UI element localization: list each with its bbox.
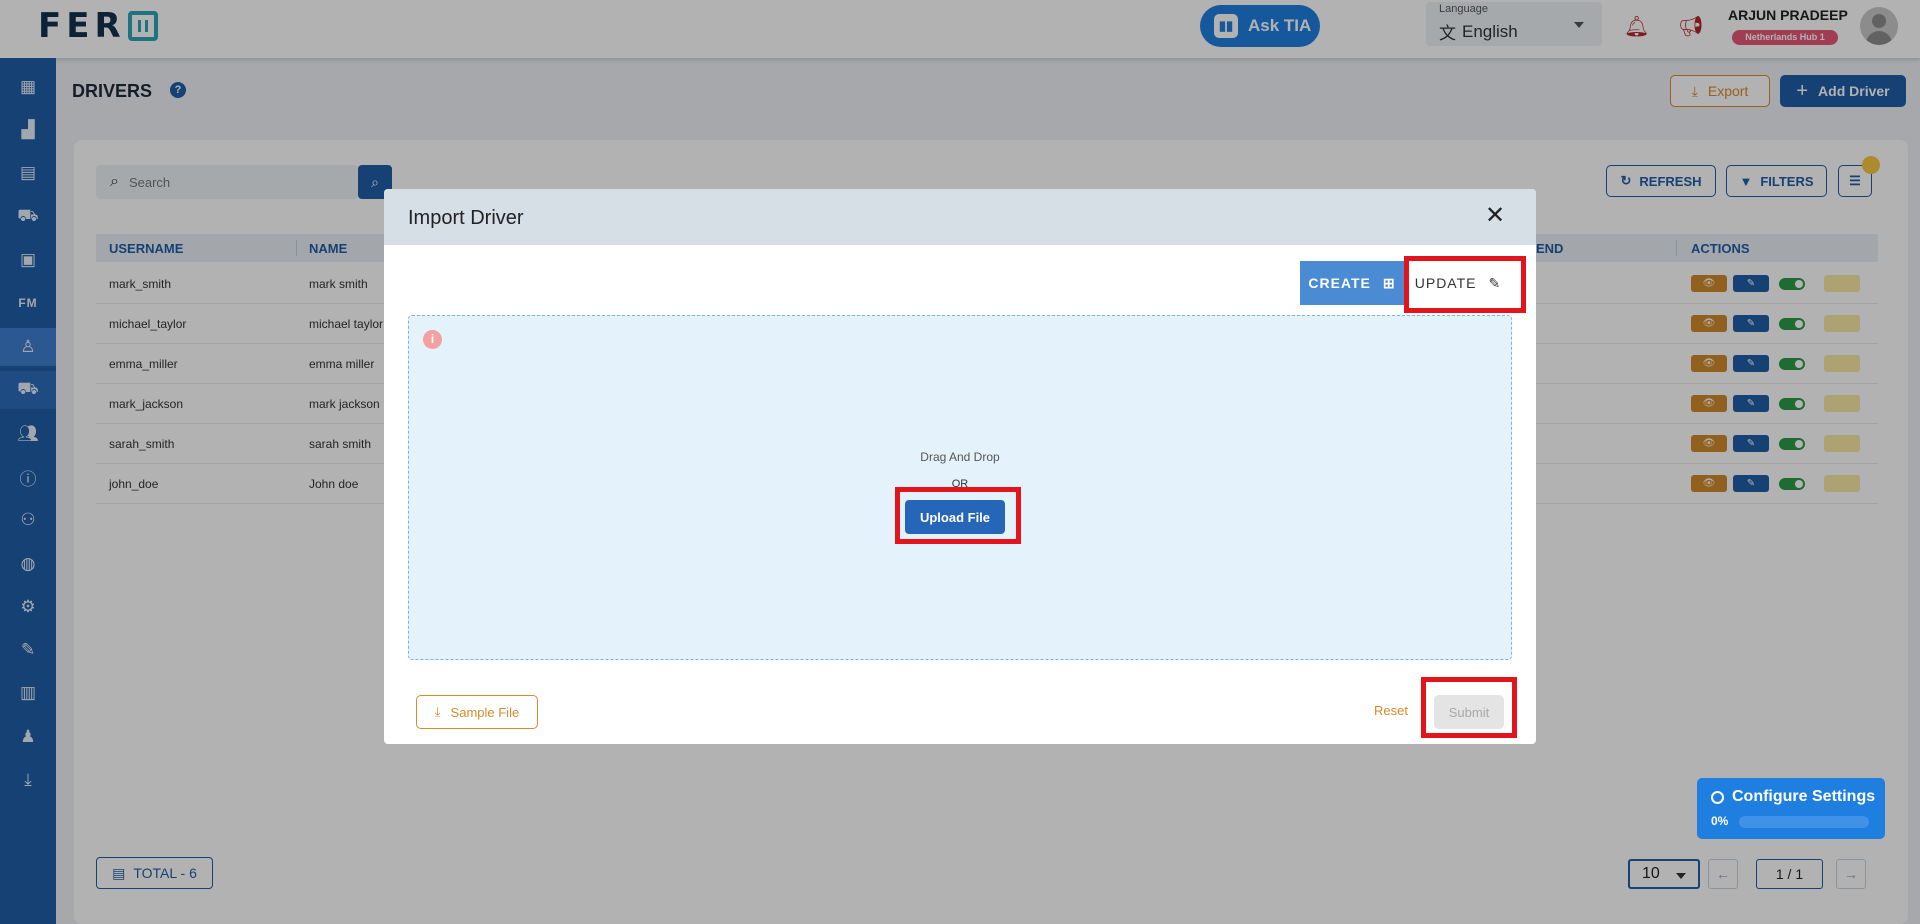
info-icon[interactable]: i — [423, 330, 442, 349]
drag-drop-text: Drag And Drop — [920, 450, 1000, 464]
reset-button[interactable]: Reset — [1374, 703, 1408, 718]
configure-settings-title: Configure Settings — [1732, 788, 1876, 805]
sample-file-button[interactable]: ⤓ Sample File — [416, 695, 538, 729]
modal-header: Import Driver ✕ — [384, 189, 1536, 245]
create-label: CREATE — [1308, 275, 1371, 291]
download-icon: ⤓ — [434, 704, 441, 719]
submit-button[interactable]: Submit — [1434, 695, 1504, 729]
configure-settings-progress — [1739, 816, 1869, 828]
progress-ring-icon — [1711, 790, 1724, 804]
create-mode-button[interactable]: CREATE ⊞ — [1300, 261, 1404, 305]
configure-settings-widget[interactable]: Configure Settings 0% — [1697, 778, 1885, 839]
file-dropzone[interactable]: i Drag And Drop OR Upload File — [408, 315, 1512, 660]
table-add-icon: ⊞ — [1382, 274, 1396, 291]
configure-settings-percent: 0% — [1711, 814, 1729, 828]
close-icon[interactable]: ✕ — [1480, 201, 1510, 231]
import-driver-modal: Import Driver ✕ CREATE ⊞ UPDATE ✎ i Drag… — [384, 189, 1536, 744]
update-mode-button[interactable]: UPDATE ✎ — [1404, 261, 1512, 305]
configure-settings-title-wrap: Configure Settings — [1711, 788, 1875, 806]
upload-file-button[interactable]: Upload File — [905, 500, 1005, 534]
update-label: UPDATE — [1414, 275, 1477, 291]
or-text: OR — [951, 478, 969, 490]
sample-file-label: Sample File — [450, 704, 520, 720]
table-edit-icon: ✎ — [1488, 274, 1502, 291]
modal-title: Import Driver — [408, 207, 524, 229]
